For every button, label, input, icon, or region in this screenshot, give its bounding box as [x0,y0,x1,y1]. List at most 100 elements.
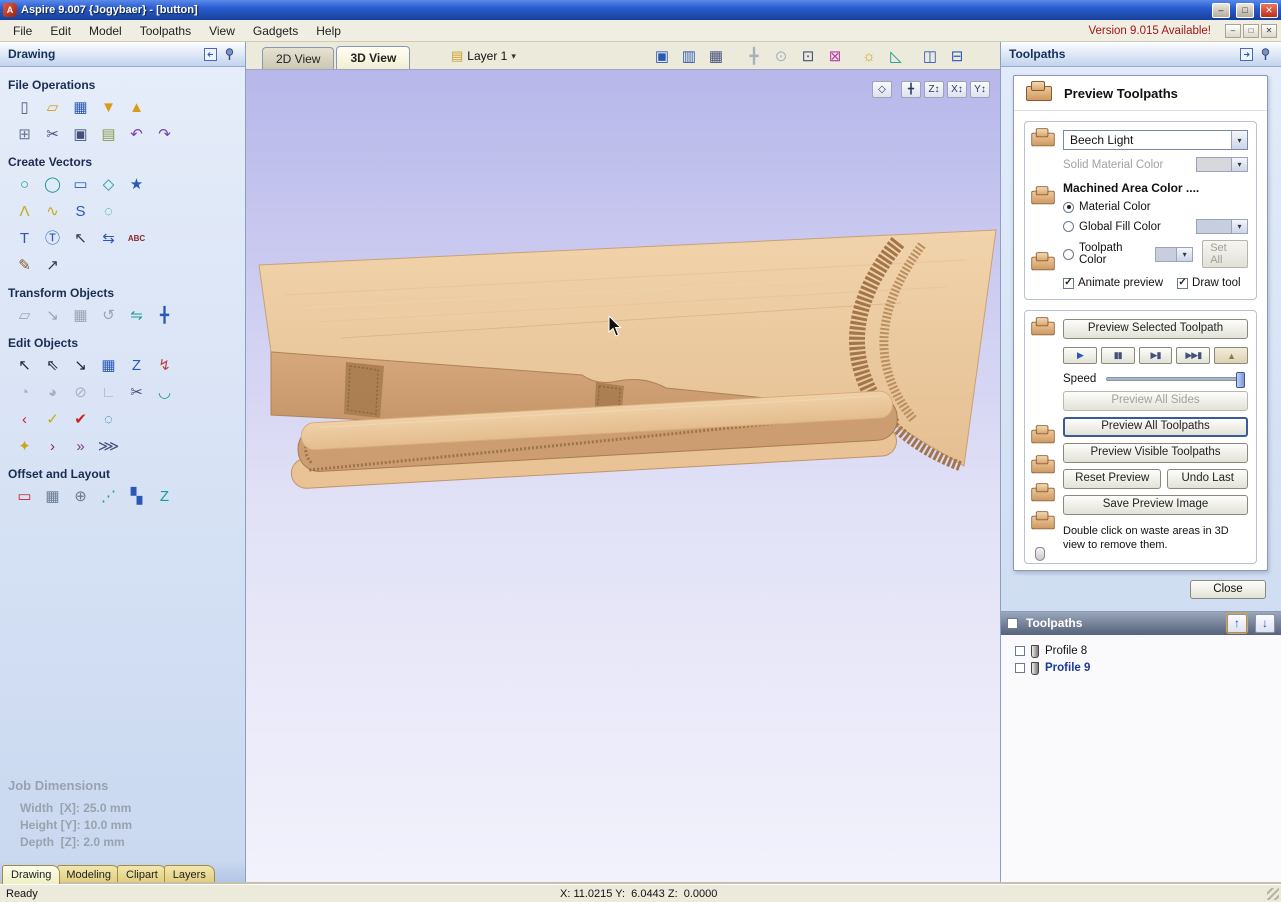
menu-file[interactable]: File [4,21,41,41]
new-file-icon[interactable]: ▯ [14,97,35,118]
mdi-restore-button[interactable]: □ [1243,23,1259,38]
save-preview-image-button[interactable]: Save Preview Image [1063,495,1248,515]
radio-global-fill-color[interactable]: Global Fill Color ▾ [1063,219,1248,234]
offset-selection-icon[interactable]: ▭ [14,486,35,507]
preview-all-toolpaths-button[interactable]: Preview All Toolpaths [1063,417,1248,437]
mdi-minimize-button[interactable]: – [1225,23,1241,38]
pin-icon[interactable] [1257,46,1273,62]
circular-array-icon[interactable]: ⊕ [70,486,91,507]
group-objects-icon[interactable]: ▦ [98,355,119,376]
material-select[interactable]: Beech Light ▾ [1063,130,1248,150]
draw-polygon-icon[interactable]: ◇ [98,174,119,195]
validate-vectors-icon[interactable]: ✔ [70,409,91,430]
extend-vector-icon[interactable]: › [42,436,63,457]
preview-all-sides-button[interactable]: Preview All Sides [1063,391,1248,411]
nest-parts-icon[interactable]: Z [154,486,175,507]
text-spacing-icon[interactable]: ⇆ [98,228,119,249]
tile-vertical-icon[interactable]: ⊟ [946,45,968,67]
toolpath-visibility-checkbox[interactable] [1015,646,1025,657]
offset-vectors-icon[interactable]: ◔ [14,382,35,403]
export-vectors-icon[interactable]: ▲ [126,97,147,118]
preview-selected-toolpath-button[interactable]: Preview Selected Toolpath [1063,319,1248,339]
radio-toolpath-color[interactable]: Toolpath Color ▾ Set All [1063,240,1248,268]
text-select-icon[interactable]: ↖ [70,228,91,249]
select-tool-icon[interactable]: ↖ [14,355,35,376]
subtract-vectors-icon[interactable]: ⊘ [70,382,91,403]
undo-last-button[interactable]: Undo Last [1167,469,1248,489]
join-vectors-icon[interactable]: ✓ [42,409,63,430]
reset-preview-button[interactable]: Reset Preview [1063,469,1162,489]
job-setup-icon[interactable]: ⊞ [14,124,35,145]
open-file-icon[interactable]: ▱ [42,97,63,118]
draw-arc-icon[interactable]: ◌ [98,201,119,222]
tile-horizontal-icon[interactable]: ◫ [919,45,941,67]
paste-icon[interactable]: ▤ [98,124,119,145]
move-toolpath-down-button[interactable]: ↓ [1255,613,1275,633]
menu-toolpaths[interactable]: Toolpaths [131,21,200,41]
block-layout-icon[interactable]: ▚ [126,486,147,507]
collapse-panel-icon[interactable] [202,46,218,62]
rotate-view-icon[interactable]: ╋ [901,81,921,98]
close-vector-icon[interactable]: » [70,436,91,457]
z-axis-view-icon[interactable]: Z↕ [924,81,944,98]
draw-circle-icon[interactable]: ○ [14,174,35,195]
scissor-trim-icon[interactable]: ✂ [126,382,147,403]
save-file-icon[interactable]: ▦ [70,97,91,118]
set-size-icon[interactable]: ↘ [42,305,63,326]
preview-visible-toolpaths-button[interactable]: Preview Visible Toolpaths [1063,443,1248,463]
node-edit-icon[interactable]: ⇖ [42,355,63,376]
draw-text-icon[interactable]: T [14,228,35,249]
copy-icon[interactable]: ▣ [70,124,91,145]
finish-button[interactable]: ▲ [1214,347,1248,364]
draw-curve-icon[interactable]: ∿ [42,201,63,222]
fit-arcs-icon[interactable]: ‹ [14,409,35,430]
radio-material-color[interactable]: Material Color [1063,201,1248,213]
menu-gadgets[interactable]: Gadgets [244,21,307,41]
zoom-window-icon[interactable]: ⊡ [797,45,819,67]
tab-2d-view[interactable]: 2D View [262,47,335,69]
tab-layers[interactable]: Layers [163,865,215,884]
move-toolpath-up-button[interactable]: ↑ [1226,612,1248,634]
rotate-objects-icon[interactable]: ↺ [98,305,119,326]
toolpath-item[interactable]: Profile 8 [1001,643,1281,660]
copy-along-vectors-icon[interactable]: ⋰ [98,486,119,507]
draw-tool-checkbox[interactable]: ✓ Draw tool [1177,277,1241,289]
fillet-tool-icon[interactable]: ◡ [154,382,175,403]
quick-layout-icon[interactable]: ↯ [154,355,175,376]
import-vectors-icon[interactable]: ▼ [98,97,119,118]
text-on-curve-icon[interactable]: ✎ [14,255,35,276]
draw-ellipse-icon[interactable]: ◯ [42,174,63,195]
pause-button[interactable]: ▮▮ [1100,347,1135,364]
undo-icon[interactable]: ↶ [126,124,147,145]
node-circle-icon[interactable]: ◌ [98,409,119,430]
pan-view-icon[interactable]: ╋ [743,45,765,67]
version-notice[interactable]: Version 9.015 Available! [1088,25,1223,37]
toolpath-visibility-checkbox[interactable] [1015,663,1025,674]
object-order-icon[interactable]: Z [126,355,147,376]
play-button[interactable]: ▶ [1063,347,1097,364]
zoom-selected-icon[interactable]: ⊠ [824,45,846,67]
menu-help[interactable]: Help [307,21,350,41]
snap-grid-icon[interactable]: ▦ [705,45,727,67]
array-copy-icon[interactable]: ▦ [42,486,63,507]
draw-rectangle-icon[interactable]: ▭ [70,174,91,195]
redo-icon[interactable]: ↷ [154,124,175,145]
smooth-vector-icon[interactable]: ⋙ [98,436,119,457]
weld-vectors-icon[interactable]: ◕ [42,382,63,403]
solid-material-color-picker[interactable]: ▾ [1196,157,1248,172]
toolpath-color-picker[interactable]: ▾ [1154,246,1194,262]
cut-icon[interactable]: ✂ [42,124,63,145]
text-box-icon[interactable]: Ⓣ [42,228,63,249]
toolpath-item[interactable]: Profile 9 [1001,660,1281,677]
measure-angle-icon[interactable]: ◺ [885,45,907,67]
free-transform-icon[interactable]: ▱ [14,305,35,326]
draw-star-icon[interactable]: ★ [126,174,147,195]
speed-slider[interactable] [1106,372,1245,388]
step-button[interactable]: ▶▮ [1138,347,1173,364]
move-objects-icon[interactable]: ╋ [154,305,175,326]
y-axis-view-icon[interactable]: Y↕ [970,81,990,98]
tab-clipart[interactable]: Clipart [117,865,167,884]
layer-selector[interactable]: ▤ Layer 1 ▾ [451,48,516,64]
global-fill-color-picker[interactable]: ▾ [1196,219,1248,234]
text-abc-icon[interactable]: ABC [126,228,147,249]
